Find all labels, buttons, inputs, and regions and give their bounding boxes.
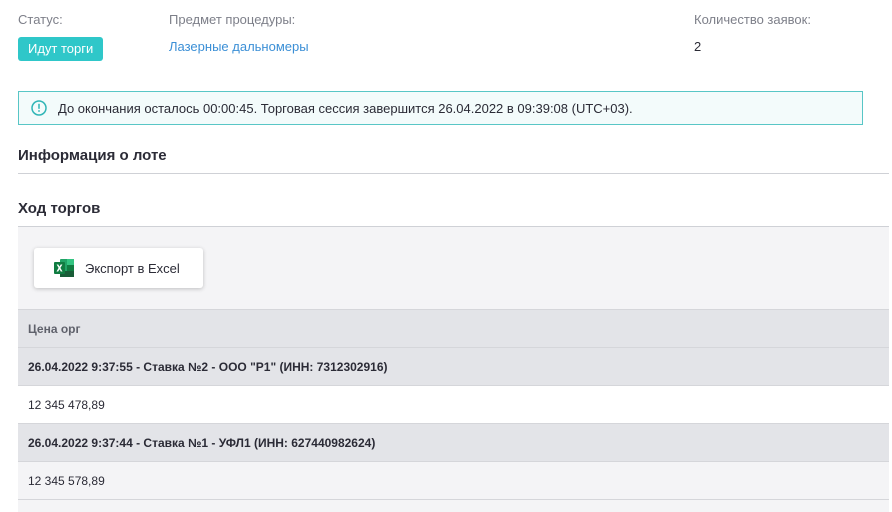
bidding-heading: Ход торгов bbox=[18, 200, 101, 217]
status-badge: Идут торги bbox=[18, 37, 104, 61]
export-excel-button[interactable]: Экспорт в Excel bbox=[34, 248, 203, 288]
export-excel-label: Экспорт в Excel bbox=[85, 260, 180, 276]
excel-icon bbox=[53, 258, 75, 278]
countdown-text: До окончания осталось 00:00:45. Торговая… bbox=[58, 100, 633, 116]
bidding-panel: Экспорт в Excel Цена орг 26.04.2022 9:37… bbox=[18, 227, 889, 512]
subject-field: Предмет процедуры: Лазерные дальномеры bbox=[169, 12, 309, 56]
bid-price: 12 345 478,89 bbox=[28, 397, 105, 412]
table-row: 26.04.2022 9:37:55 - Ставка №2 - ООО "Р1… bbox=[18, 348, 889, 386]
table-row: 12 345 578,89 bbox=[18, 462, 889, 500]
table-header: Цена орг bbox=[18, 309, 889, 348]
countdown-alert: До окончания осталось 00:00:45. Торговая… bbox=[18, 91, 863, 125]
column-header-price: Цена орг bbox=[28, 321, 81, 336]
status-label: Статус: bbox=[18, 12, 63, 27]
applications-count-label: Количество заявок: bbox=[694, 12, 811, 27]
table-row: 12 345 478,89 bbox=[18, 386, 889, 424]
info-icon bbox=[31, 100, 47, 116]
status-field: Статус: Идут торги bbox=[18, 12, 104, 61]
bid-price: 12 345 578,89 bbox=[28, 473, 105, 488]
bid-info: 26.04.2022 9:37:44 - Ставка №1 - УФЛ1 (И… bbox=[28, 435, 376, 450]
divider bbox=[18, 173, 889, 174]
table-row: 26.04.2022 9:37:44 - Ставка №1 - УФЛ1 (И… bbox=[18, 424, 889, 462]
applications-count-field: Количество заявок: 2 bbox=[694, 12, 811, 56]
procedure-summary: Статус: Идут торги Предмет процедуры: Ла… bbox=[0, 0, 892, 80]
lot-info-heading[interactable]: Информация о лоте bbox=[18, 147, 167, 165]
subject-label: Предмет процедуры: bbox=[169, 12, 296, 27]
bids-table: Цена орг 26.04.2022 9:37:55 - Ставка №2 … bbox=[18, 309, 889, 500]
subject-link[interactable]: Лазерные дальномеры bbox=[169, 38, 309, 56]
applications-count-value: 2 bbox=[694, 39, 702, 54]
bid-info: 26.04.2022 9:37:55 - Ставка №2 - ООО "Р1… bbox=[28, 359, 388, 374]
